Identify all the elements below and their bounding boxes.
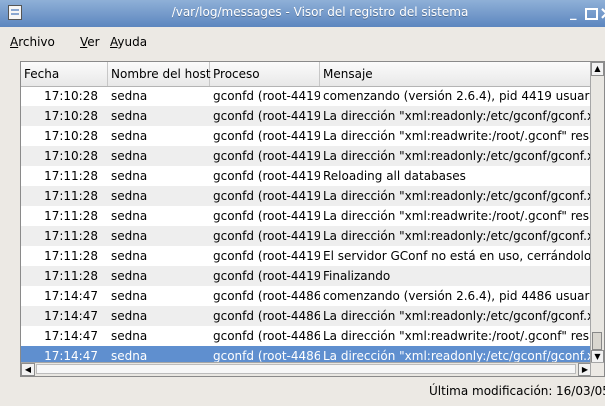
process-cell: gconfd (root-4419)	[213, 129, 320, 143]
message-cell: La dirección "xml:readwrite:/root/.gconf…	[323, 129, 592, 143]
host-cell: sedna	[111, 129, 148, 143]
date-cell: 17:10:28	[44, 149, 98, 163]
date-cell: 17:10:28	[44, 109, 98, 123]
last-modified-date: 16/03/05	[556, 384, 605, 398]
date-cell: 17:11:28	[44, 249, 98, 263]
table-row[interactable]: 17:10:28 sedna gconfd (root-4419) La direcc…	[21, 146, 592, 166]
date-cell: 17:11:28	[44, 169, 98, 183]
host-cell: sedna	[111, 169, 148, 183]
host-cell: sedna	[111, 109, 148, 123]
process-cell: gconfd (root-4419)	[213, 269, 320, 283]
window-title: /var/log/messages - Visor del registro d…	[171, 5, 469, 19]
host-cell: sedna	[111, 89, 148, 103]
message-cell: La dirección "xml:readonly:/etc/gconf/gc…	[323, 189, 592, 203]
menu-ayuda[interactable]: Ayuda	[110, 35, 147, 49]
message-cell: La dirección "xml:readonly:/etc/gconf/gc…	[323, 109, 592, 123]
message-cell: Finalizando	[323, 269, 391, 283]
menu-bar: Archivo Ver Ayuda	[0, 27, 605, 60]
menu-archivo-label: rchivo	[18, 35, 55, 49]
table-row[interactable]: 17:10:28 sedna gconfd (root-4419) comenzand…	[21, 86, 592, 106]
column-fecha[interactable]: Fecha	[21, 62, 108, 86]
process-cell: gconfd (root-4419)	[213, 189, 320, 203]
maximize-button[interactable]	[585, 8, 598, 20]
host-cell: sedna	[111, 329, 148, 343]
column-host[interactable]: Nombre del host	[108, 62, 211, 86]
scroll-up-button[interactable]: ▲	[591, 62, 604, 76]
date-cell: 17:14:47	[44, 289, 98, 303]
date-cell: 17:14:47	[44, 329, 98, 343]
table-row[interactable]: 17:11:28 sedna gconfd (root-4419) La direcc…	[21, 226, 592, 246]
process-cell: gconfd (root-4419)	[213, 229, 320, 243]
message-cell: comenzando (versión 2.6.4), pid 4419 usu…	[323, 89, 592, 103]
process-cell: gconfd (root-4419)	[213, 109, 320, 123]
table-row[interactable]: 17:11:28 sedna gconfd (root-4419) Reloading…	[21, 166, 592, 186]
host-cell: sedna	[111, 249, 148, 263]
host-cell: sedna	[111, 189, 148, 203]
date-cell: 17:11:28	[44, 229, 98, 243]
date-cell: 17:10:28	[44, 129, 98, 143]
menu-ver-label: er	[87, 35, 100, 49]
host-cell: sedna	[111, 229, 148, 243]
menu-ayuda-label: yuda	[117, 35, 148, 49]
minimize-button[interactable]: _	[570, 0, 577, 27]
column-proceso[interactable]: Proceso	[210, 62, 320, 86]
vertical-scrollbar[interactable]: ▲ ▼	[590, 62, 604, 364]
log-table: Fecha Nombre del host Proceso Mensaje 17…	[20, 61, 605, 377]
host-cell: sedna	[111, 209, 148, 223]
table-row[interactable]: 17:10:28 sedna gconfd (root-4419) La direcc…	[21, 126, 592, 146]
process-cell: gconfd (root-4419)	[213, 89, 320, 103]
message-cell: La dirección "xml:readonly:/etc/gconf/gc…	[323, 149, 592, 163]
process-cell: gconfd (root-4486)	[213, 309, 320, 323]
window-titlebar: /var/log/messages - Visor del registro d…	[0, 0, 605, 28]
host-cell: sedna	[111, 309, 148, 323]
menu-ver[interactable]: Ver	[80, 35, 100, 49]
status-bar: Última modificación: 16/03/05	[0, 377, 605, 406]
process-cell: gconfd (root-4419)	[213, 209, 320, 223]
message-cell: La dirección "xml:readonly:/etc/gconf/gc…	[323, 309, 592, 323]
menu-archivo[interactable]: Archivo	[10, 35, 55, 49]
horizontal-scrollbar[interactable]: ◀ ▶	[21, 362, 592, 376]
table-row[interactable]: 17:11:28 sedna gconfd (root-4419) Finalizan…	[21, 266, 592, 286]
last-modified-label: Última modificación:	[429, 384, 553, 398]
message-cell: La dirección "xml:readonly:/etc/gconf/gc…	[323, 229, 592, 243]
date-cell: 17:11:28	[44, 189, 98, 203]
menu-archivo-accesskey: A	[10, 35, 19, 49]
log-viewer-icon	[8, 5, 22, 20]
date-cell: 17:14:47	[44, 309, 98, 323]
date-cell: 17:11:28	[44, 269, 98, 283]
horizontal-scroll-thumb[interactable]	[36, 364, 576, 374]
table-row[interactable]: 17:14:47 sedna gconfd (root-4486) La direcc…	[21, 306, 592, 326]
process-cell: gconfd (root-4419)	[213, 149, 320, 163]
table-row[interactable]: 17:14:47 sedna gconfd (root-4486) La direcc…	[21, 326, 592, 346]
date-cell: 17:10:28	[44, 89, 98, 103]
message-cell: La dirección "xml:readwrite:/root/.gconf…	[323, 329, 592, 343]
table-header: Fecha Nombre del host Proceso Mensaje	[21, 62, 592, 87]
process-cell: gconfd (root-4419)	[213, 169, 320, 183]
date-cell: 17:11:28	[44, 209, 98, 223]
table-row[interactable]: 17:14:47 sedna gconfd (root-4486) comenzand…	[21, 286, 592, 306]
column-mensaje[interactable]: Mensaje	[320, 62, 592, 86]
host-cell: sedna	[111, 269, 148, 283]
process-cell: gconfd (root-4419)	[213, 249, 320, 263]
close-button[interactable]: ×	[599, 0, 605, 27]
table-row[interactable]: 17:11:28 sedna gconfd (root-4419) La direcc…	[21, 186, 592, 206]
process-cell: gconfd (root-4486)	[213, 329, 320, 343]
process-cell: gconfd (root-4486)	[213, 289, 320, 303]
message-cell: El servidor GConf no está en uso, cerrán…	[323, 249, 592, 263]
message-cell: comenzando (versión 2.6.4), pid 4486 usu…	[323, 289, 592, 303]
vertical-scroll-thumb[interactable]	[592, 332, 602, 350]
table-row[interactable]: 17:11:28 sedna gconfd (root-4419) La direcc…	[21, 206, 592, 226]
message-cell: La dirección "xml:readwrite:/root/.gconf…	[323, 209, 592, 223]
host-cell: sedna	[111, 289, 148, 303]
scroll-corner	[590, 362, 604, 376]
host-cell: sedna	[111, 149, 148, 163]
table-body: 17:10:28 sedna gconfd (root-4419) comenzand…	[21, 86, 592, 364]
table-row[interactable]: 17:10:28 sedna gconfd (root-4419) La direcc…	[21, 106, 592, 126]
table-row[interactable]: 17:11:28 sedna gconfd (root-4419) El servid…	[21, 246, 592, 266]
message-cell: Reloading all databases	[323, 169, 466, 183]
scroll-left-button[interactable]: ◀	[21, 363, 35, 376]
